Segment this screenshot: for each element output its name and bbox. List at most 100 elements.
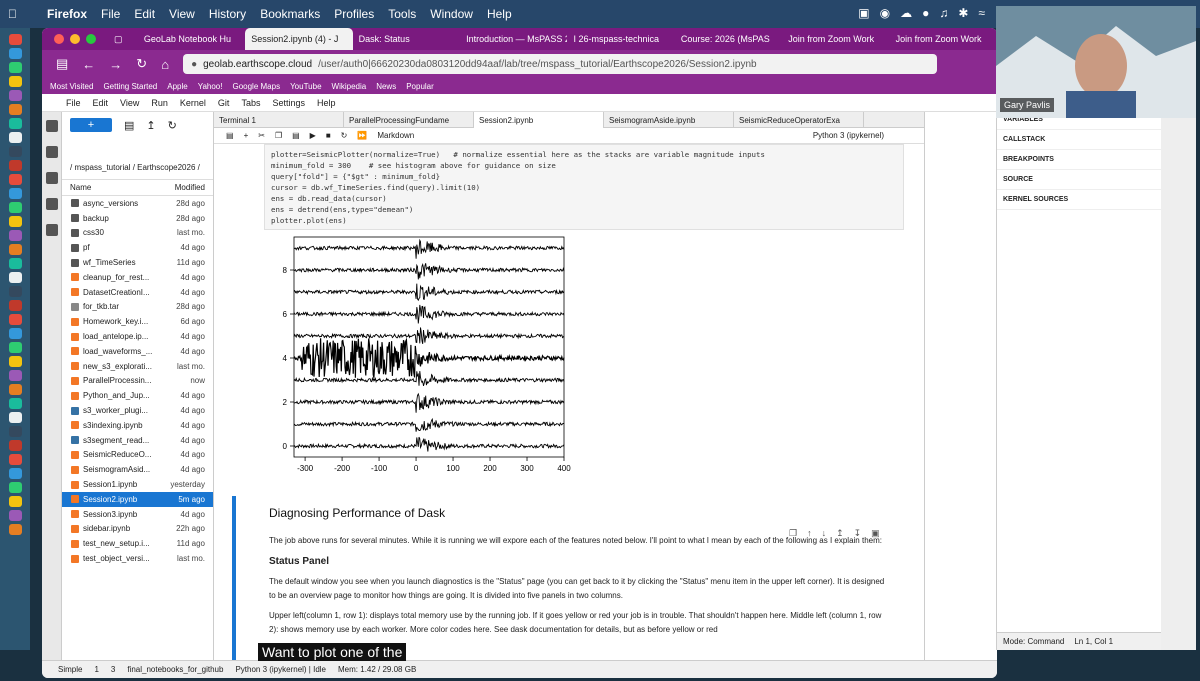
debug-section[interactable]: BREAKPOINTS [997, 150, 1161, 170]
bookmark[interactable]: Getting Started [103, 82, 157, 91]
jupyter-menu-item[interactable]: Help [317, 98, 336, 108]
close-window-icon[interactable] [54, 34, 64, 44]
jupyter-menu-item[interactable]: Kernel [180, 98, 206, 108]
browser-tab[interactable]: Dask: Status [353, 28, 460, 50]
dock-app-icon[interactable] [8, 314, 22, 325]
menu-file[interactable]: File [101, 7, 120, 21]
bookmark[interactable]: Most Visited [50, 82, 93, 91]
file-row[interactable]: s3_worker_plugi... 4d ago [62, 403, 213, 418]
col-modified[interactable]: Modified [175, 183, 205, 192]
git-branch[interactable]: final_notebooks_for_github [127, 665, 223, 674]
dock-app-icon[interactable] [8, 216, 22, 227]
sidebar-icon[interactable]: ▤ [56, 56, 68, 72]
file-row[interactable]: wf_TimeSeries 11d ago [62, 255, 213, 270]
file-row[interactable]: pf 4d ago [62, 240, 213, 255]
file-row[interactable]: DatasetCreationI... 4d ago [62, 285, 213, 300]
dock-app-icon[interactable] [8, 118, 22, 129]
file-row[interactable]: ParallelProcessin... now [62, 374, 213, 389]
apple-icon[interactable]:  [8, 7, 17, 21]
dock-app-icon[interactable] [8, 272, 22, 283]
dock-app-icon[interactable] [8, 384, 22, 395]
cut-icon[interactable]: ✂ [258, 131, 265, 140]
jupyter-menu-item[interactable]: Git [218, 98, 230, 108]
run-icon[interactable]: ▶ [310, 131, 316, 140]
zoom-window-icon[interactable] [86, 34, 96, 44]
bookmark[interactable]: News [376, 82, 396, 91]
app-name[interactable]: Firefox [47, 7, 87, 21]
file-row[interactable]: for_tkb.tar 28d ago [62, 300, 213, 315]
bookmark[interactable]: Google Maps [232, 82, 280, 91]
cell-type-select[interactable]: Markdown [377, 131, 414, 140]
dock-app-icon[interactable] [8, 76, 22, 87]
dock-app-icon[interactable] [8, 482, 22, 493]
browser-tab-active[interactable]: Session2.ipynb (4) - J [245, 28, 353, 50]
code-cell[interactable]: plotter=SeismicPlotter(normalize=True) #… [264, 144, 904, 230]
tab-overview-icon[interactable]: ▢ [108, 28, 138, 50]
record-icon[interactable]: ● [922, 6, 929, 20]
refresh-icon[interactable]: ↻ [168, 119, 177, 132]
kernel-count[interactable]: 3 [111, 665, 115, 674]
doc-tab-active[interactable]: Session2.ipynb [474, 112, 604, 128]
restart-icon[interactable]: ↻ [341, 131, 348, 140]
file-row[interactable]: load_waveforms_... 4d ago [62, 344, 213, 359]
file-row[interactable]: test_new_setup.i... 11d ago [62, 536, 213, 551]
dock-app-icon[interactable] [8, 510, 22, 521]
doc-tab[interactable]: SeismicReduceOperatorExa [734, 112, 864, 128]
menu-help[interactable]: Help [487, 7, 512, 21]
file-row[interactable]: Session3.ipynb 4d ago [62, 507, 213, 522]
doc-tab[interactable]: Terminal 1 [214, 112, 344, 128]
new-folder-icon[interactable]: ▤ [124, 119, 134, 132]
home-icon[interactable]: ⌂ [161, 57, 169, 72]
file-row[interactable]: new_s3_explorati... last mo. [62, 359, 213, 374]
dock-app-icon[interactable] [8, 300, 22, 311]
stop-icon[interactable]: ■ [326, 131, 331, 140]
file-row[interactable]: load_antelope.ip... 4d ago [62, 329, 213, 344]
file-row[interactable]: css30 last mo. [62, 226, 213, 241]
dock-app-icon[interactable] [8, 188, 22, 199]
jupyter-menu-item[interactable]: View [120, 98, 139, 108]
browser-tab[interactable]: GeoLab Notebook Hu [138, 28, 245, 50]
bookmark[interactable]: Wikipedia [332, 82, 367, 91]
copy-icon[interactable]: ❐ [275, 131, 282, 140]
dock-app-icon[interactable] [8, 440, 22, 451]
run-all-icon[interactable]: ⏩ [357, 131, 367, 140]
col-name[interactable]: Name [70, 183, 91, 192]
back-icon[interactable]: ← [82, 57, 95, 72]
doc-tab[interactable]: SeismogramAside.ipynb [604, 112, 734, 128]
folder-icon[interactable] [45, 120, 58, 132]
extension-icon[interactable] [45, 224, 58, 236]
bookmark[interactable]: YouTube [290, 82, 321, 91]
screen-icon[interactable]: ▣ [858, 6, 869, 20]
wifi-icon[interactable]: ≈ [978, 6, 985, 20]
jupyter-menu-item[interactable]: File [66, 98, 81, 108]
dock-app-icon[interactable] [8, 342, 22, 353]
kernel-name[interactable]: Python 3 (ipykernel) [813, 131, 884, 140]
bookmark[interactable]: Yahoo! [198, 82, 223, 91]
file-row[interactable]: test_object_versi... last mo. [62, 551, 213, 566]
bluetooth-icon[interactable]: ✱ [958, 6, 968, 20]
url-bar[interactable]: ● geolab.earthscope.cloud/user/auth0|666… [183, 54, 937, 74]
menu-bookmarks[interactable]: Bookmarks [260, 7, 320, 21]
dock-app-icon[interactable] [8, 370, 22, 381]
dock-app-icon[interactable] [8, 328, 22, 339]
toc-icon[interactable] [45, 198, 58, 210]
reload-icon[interactable]: ↻ [136, 56, 147, 72]
jupyter-menu-item[interactable]: Tabs [241, 98, 260, 108]
dock-app-icon[interactable] [8, 398, 22, 409]
dock-app-icon[interactable] [8, 48, 22, 59]
simple-mode-toggle[interactable]: Simple [58, 665, 82, 674]
file-row[interactable]: SeismogramAsid... 4d ago [62, 462, 213, 477]
menu-history[interactable]: History [209, 7, 246, 21]
file-row[interactable]: Python_and_Jup... 4d ago [62, 388, 213, 403]
dock-app-icon[interactable] [8, 90, 22, 101]
menu-edit[interactable]: Edit [134, 7, 155, 21]
file-row[interactable]: Homework_key.i... 6d ago [62, 314, 213, 329]
dock-app-icon[interactable] [8, 230, 22, 241]
browser-tab[interactable]: Join from Zoom Work [782, 28, 889, 50]
jupyter-menu-item[interactable]: Run [151, 98, 168, 108]
file-row[interactable]: s3segment_read... 4d ago [62, 433, 213, 448]
dock-app-icon[interactable] [8, 286, 22, 297]
browser-tab[interactable]: Introduction — MsPASS 2 [460, 28, 567, 50]
add-cell-icon[interactable]: + [244, 131, 249, 140]
dock-app-icon[interactable] [8, 160, 22, 171]
